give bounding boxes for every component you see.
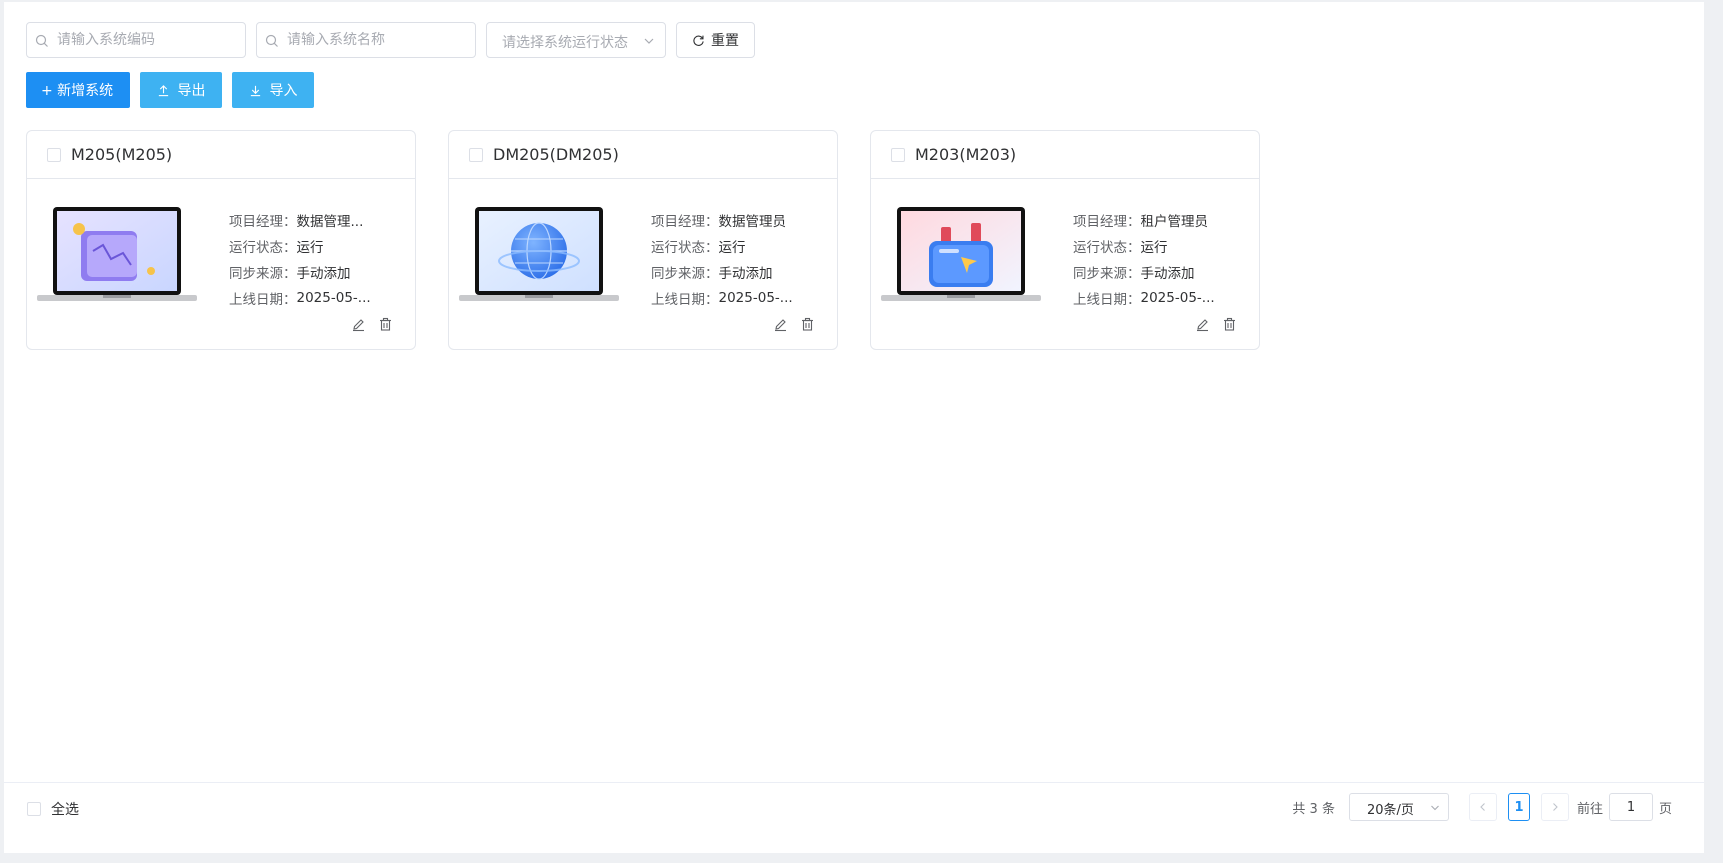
footer-bar: 全选 共 3 条 20条/页 1 前往 页 <box>4 782 1704 829</box>
edit-icon[interactable] <box>773 317 788 332</box>
source-value: 手动添加 <box>718 266 773 282</box>
wallet-screen-icon <box>881 207 1041 301</box>
select-all[interactable]: 全选 <box>27 799 79 819</box>
card-header: M205(M205) <box>27 131 415 179</box>
source-value: 手动添加 <box>296 266 351 282</box>
total-count: 共 3 条 <box>1292 801 1335 817</box>
system-name-search[interactable] <box>256 22 476 58</box>
manager-label: 项目经理： <box>651 214 719 230</box>
globe-screen-icon <box>459 207 619 301</box>
manager-value: 数据管理员 <box>718 214 787 230</box>
source-label: 同步来源： <box>229 266 297 282</box>
chart-screen-icon <box>37 207 197 301</box>
goto-suffix: 页 <box>1658 801 1672 817</box>
delete-icon[interactable] <box>800 317 815 332</box>
action-bar: + 新增系统 导出 导入 <box>26 72 314 108</box>
card-title: M203(M203) <box>915 145 1017 164</box>
download-icon <box>250 85 260 96</box>
goto-prefix: 前往 <box>1576 801 1603 817</box>
goto-page-input[interactable] <box>1608 793 1653 821</box>
status-select[interactable]: 请选择系统运行状态 <box>486 22 666 58</box>
system-card[interactable]: M205(M205) 项目经理： 数据管理... 运行状态： 运行 同步来源： 手动添… <box>26 130 416 350</box>
date-value: 2025-05-... <box>296 290 371 306</box>
card-checkbox[interactable] <box>47 147 61 162</box>
export-button[interactable]: 导出 <box>140 72 222 108</box>
card-checkbox[interactable] <box>891 147 905 162</box>
card-actions <box>773 317 815 332</box>
next-page-button[interactable] <box>1540 793 1569 821</box>
prev-page-button[interactable] <box>1468 793 1497 821</box>
system-name-input[interactable] <box>257 23 475 57</box>
goto-page: 前往 页 <box>1577 793 1672 821</box>
reset-button[interactable]: 重置 <box>676 22 755 58</box>
system-card[interactable]: DM205(DM205) 项目经理： 数据管理员 运行状态： 运行 同步来源： … <box>448 130 838 350</box>
page-size-select[interactable]: 20条/页 <box>1348 793 1449 821</box>
status-label: 运行状态： <box>1073 240 1141 256</box>
manager-value: 数据管理... <box>296 214 364 230</box>
card-actions <box>1195 317 1237 332</box>
status-value: 运行 <box>296 240 324 256</box>
select-all-label: 全选 <box>51 802 79 818</box>
status-value: 运行 <box>718 240 746 256</box>
card-header: DM205(DM205) <box>449 131 837 179</box>
card-checkbox[interactable] <box>469 147 483 162</box>
delete-icon[interactable] <box>378 317 393 332</box>
date-label: 上线日期： <box>651 292 719 308</box>
status-label: 运行状态： <box>229 240 297 256</box>
chevron-down-icon <box>644 38 654 44</box>
manager-label: 项目经理： <box>229 214 297 230</box>
add-system-button[interactable]: + 新增系统 <box>26 72 130 108</box>
import-label: 导入 <box>269 83 298 99</box>
reset-label: 重置 <box>711 33 739 49</box>
manager-value: 租户管理员 <box>1140 214 1209 230</box>
card-info: 项目经理： 数据管理员 运行状态： 运行 同步来源： 手动添加 上线日期： 2025-0… <box>651 207 793 311</box>
system-code-search[interactable] <box>26 22 246 58</box>
import-button[interactable]: 导入 <box>232 72 314 108</box>
edit-icon[interactable] <box>1195 317 1210 332</box>
card-actions <box>351 317 393 332</box>
date-label: 上线日期： <box>1073 292 1141 308</box>
chevron-right-icon <box>1553 803 1558 811</box>
upload-icon <box>158 84 168 96</box>
card-title: DM205(DM205) <box>493 145 619 164</box>
pagination: 共 3 条 20条/页 1 前往 页 <box>1292 793 1672 821</box>
page-number-current[interactable]: 1 <box>1507 793 1530 821</box>
card-info: 项目经理： 数据管理... 运行状态： 运行 同步来源： 手动添加 上线日期： 2025… <box>229 207 371 311</box>
status-select-placeholder: 请选择系统运行状态 <box>502 35 628 51</box>
filter-bar: 请选择系统运行状态 重置 <box>26 22 755 58</box>
date-label: 上线日期： <box>229 292 297 308</box>
system-code-input[interactable] <box>27 23 245 57</box>
add-system-label: + 新增系统 <box>41 83 114 99</box>
system-card[interactable]: M203(M203) 项目经理： 租户管理员 运行状态： 运行 同步来源： 手动添加 … <box>870 130 1260 350</box>
source-value: 手动添加 <box>1140 266 1195 282</box>
chevron-down-icon <box>1431 805 1439 811</box>
status-label: 运行状态： <box>651 240 719 256</box>
refresh-icon <box>693 35 704 46</box>
system-card-list: M205(M205) 项目经理： 数据管理... 运行状态： 运行 同步来源： 手动添… <box>26 130 1260 350</box>
main-panel: 请选择系统运行状态 重置 + 新增系统 导出 导入 M205(M205) <box>4 2 1704 853</box>
card-header: M203(M203) <box>871 131 1259 179</box>
source-label: 同步来源： <box>651 266 719 282</box>
select-all-checkbox[interactable] <box>27 802 41 816</box>
chevron-left-icon <box>1480 803 1485 811</box>
edit-icon[interactable] <box>351 317 366 332</box>
page-size-value: 20条/页 <box>1366 803 1414 818</box>
status-value: 运行 <box>1140 240 1168 256</box>
card-title: M205(M205) <box>71 145 173 164</box>
source-label: 同步来源： <box>1073 266 1141 282</box>
export-label: 导出 <box>177 83 206 99</box>
card-info: 项目经理： 租户管理员 运行状态： 运行 同步来源： 手动添加 上线日期： 2025-0… <box>1073 207 1215 311</box>
date-value: 2025-05-... <box>718 290 793 306</box>
delete-icon[interactable] <box>1222 317 1237 332</box>
date-value: 2025-05-... <box>1140 290 1215 306</box>
manager-label: 项目经理： <box>1073 214 1141 230</box>
